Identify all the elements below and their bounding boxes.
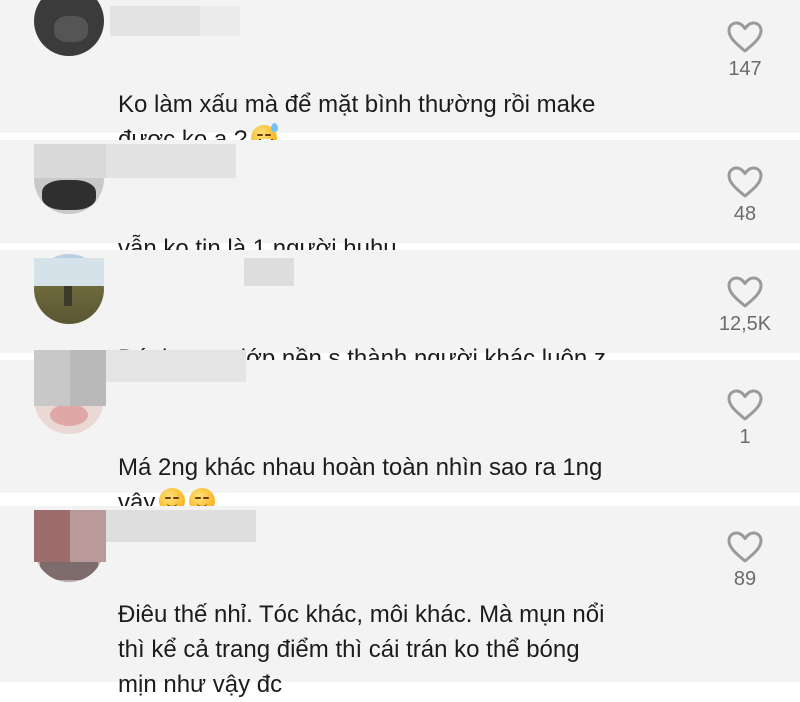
comment-feed: Ko làm xấu mà để mặt bình thường rồi mak… [0, 0, 800, 698]
comment-item: Má 2ng khác nhau hoàn toàn nhìn sao ra 1… [0, 350, 800, 516]
like-button[interactable]: 12,5K [705, 275, 785, 336]
comment-item: vẫn ko tin là 1 người huhu 48 [0, 140, 800, 262]
comment-text: Điêu thế nhỉ. Tóc khác, môi khác. Mà mụn… [118, 601, 605, 698]
like-button[interactable]: 147 [705, 20, 785, 81]
like-count: 1 [739, 426, 751, 448]
comment-item: Đánh xong lớp nền s thành người khác luô… [0, 250, 800, 372]
like-count: 12,5K [718, 313, 772, 335]
heart-icon [727, 166, 763, 198]
comment-item: Điêu thế nhỉ. Tóc khác, môi khác. Mà mụn… [0, 506, 800, 698]
like-count: 89 [733, 568, 757, 590]
like-button[interactable]: 1 [705, 388, 785, 449]
heart-icon [727, 531, 763, 563]
heart-icon [727, 389, 763, 421]
heart-icon [727, 276, 763, 308]
comment-item: Ko làm xấu mà để mặt bình thường rồi mak… [0, 0, 800, 153]
heart-icon [727, 21, 763, 53]
like-button[interactable]: 48 [705, 165, 785, 226]
avatar[interactable] [34, 0, 104, 56]
like-button[interactable]: 89 [705, 530, 785, 591]
like-count: 147 [728, 58, 762, 80]
like-count: 48 [733, 203, 757, 225]
comment-text: Má 2ng khác nhau hoàn toàn nhìn sao ra 1… [118, 454, 603, 516]
